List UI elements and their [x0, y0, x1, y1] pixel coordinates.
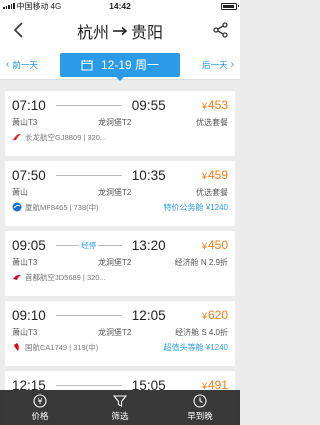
stopover-label: 经停 [79, 239, 99, 251]
departure-airport: 萧山T3 [12, 117, 38, 127]
flight-path [46, 168, 132, 182]
status-time: 14:42 [109, 1, 131, 11]
bottom-toolbar: ¥ 价格 筛选 早到晚 [0, 390, 240, 425]
airline-logo-icon [12, 202, 22, 212]
flight-card[interactable]: 09:10 12:05 ¥620 萧山T3 龙洞堡T2 经济舱 S 4.0折 国… [5, 301, 235, 366]
calendar-icon [81, 59, 93, 70]
price: ¥459 [201, 168, 228, 182]
battery-icon [221, 2, 239, 10]
header: 杭州 贵阳 [0, 12, 240, 50]
promo-badge: 超值头等舱 ¥1240 [163, 342, 228, 352]
arrival-time: 12:05 [131, 307, 166, 323]
fare-tag: 经济舱 S 4.0折 [175, 327, 228, 337]
price-value: 450 [207, 238, 228, 252]
route-title: 杭州 贵阳 [77, 19, 163, 43]
prev-day-label: 前一天 [12, 59, 38, 70]
airline-info: 首都航空JD5689 | 320... [25, 272, 106, 282]
airline-info: 国航CA1749 | 319(中) [25, 342, 99, 352]
price: ¥450 [201, 238, 228, 252]
filter-icon [113, 394, 127, 407]
departure-time: 09:05 [12, 237, 46, 253]
arrival-airport: 龙洞堡T2 [98, 117, 132, 127]
price-sort-label: 价格 [31, 410, 49, 421]
fare-tag: 经济舱 N 2.9折 [174, 257, 228, 267]
arrival-airport: 龙洞堡T2 [98, 187, 132, 197]
price: ¥453 [201, 98, 228, 112]
departure-airport: 萧山 [12, 187, 28, 197]
arrival-time: 13:20 [131, 237, 166, 253]
flight-card[interactable]: 07:10 09:55 ¥453 萧山T3 龙洞堡T2 优选套餐 长龙航空GJ8… [5, 91, 235, 156]
arrival-time: 10:35 [131, 167, 166, 183]
next-day-button[interactable]: 后一天 › [202, 59, 234, 71]
chevron-left-icon: ‹ [6, 59, 10, 70]
carrier-label: 中国移动 [16, 1, 49, 11]
price-value: 620 [207, 308, 228, 322]
status-bar: 中国移动 4G 14:42 [0, 0, 240, 12]
origin-city: 杭州 [76, 25, 109, 42]
status-right [221, 2, 239, 10]
fare-tag: 优选套餐 [196, 117, 228, 127]
filter-label: 筛选 [111, 410, 129, 421]
sort-price-button[interactable]: ¥ 价格 [5, 393, 75, 422]
airline-logo-icon [13, 133, 21, 140]
flight-path: 经停 [46, 238, 132, 252]
arrival-airport: 龙洞堡T2 [98, 327, 132, 337]
signal-icon [3, 3, 15, 9]
selected-date: 12-19 周一 [100, 58, 160, 72]
airline-logo-icon [14, 343, 19, 351]
airline-logo-icon [13, 274, 21, 280]
fare-tag: 优选套餐 [196, 187, 228, 197]
chevron-right-icon: › [230, 59, 234, 70]
date-bar: ‹ 前一天 12-19 周一 后一天 › [0, 50, 240, 81]
flight-path [46, 308, 132, 322]
arrival-time: 09:55 [131, 97, 166, 113]
next-day-label: 后一天 [202, 59, 228, 70]
departure-time: 09:10 [12, 307, 46, 323]
route-arrow-icon [113, 26, 128, 36]
filter-button[interactable]: 筛选 [85, 394, 155, 422]
share-icon[interactable] [212, 21, 230, 39]
flight-list: 07:10 09:55 ¥453 萧山T3 龙洞堡T2 优选套餐 长龙航空GJ8… [0, 86, 240, 425]
destination-city: 贵阳 [131, 25, 164, 42]
promo-badge: 特价公务舱 ¥1240 [163, 202, 228, 212]
flight-path [46, 98, 132, 112]
departure-time: 07:10 [12, 97, 46, 113]
airline-info: 厦航MF8465 | 738(中) [25, 202, 99, 212]
flight-card[interactable]: 07:50 10:35 ¥459 萧山 龙洞堡T2 优选套餐 厦航MF8465 … [5, 161, 235, 226]
price-value: 459 [207, 168, 228, 182]
network-label: 4G [50, 1, 62, 11]
flight-card[interactable]: 09:05 经停 13:20 ¥450 萧山T3 龙洞堡T2 经济舱 N 2.9… [5, 231, 235, 296]
date-picker-button[interactable]: 12-19 周一 [60, 52, 180, 81]
price-value: 453 [207, 98, 228, 112]
price: ¥620 [201, 308, 228, 322]
departure-airport: 萧山T3 [12, 327, 38, 337]
svg-text:¥: ¥ [37, 397, 42, 406]
back-icon[interactable] [10, 21, 28, 39]
airline-info: 长龙航空GJ8809 | 320... [25, 132, 107, 142]
status-left: 中国移动 4G [3, 1, 61, 12]
time-sort-label: 早到晚 [187, 410, 213, 421]
departure-time: 07:50 [12, 167, 46, 183]
sort-time-button[interactable]: 早到晚 [165, 393, 235, 422]
yen-icon: ¥ [33, 393, 47, 408]
prev-day-button[interactable]: ‹ 前一天 [6, 59, 38, 71]
departure-airport: 萧山T3 [12, 257, 38, 267]
arrival-airport: 龙洞堡T2 [98, 257, 132, 267]
clock-icon [193, 393, 207, 408]
